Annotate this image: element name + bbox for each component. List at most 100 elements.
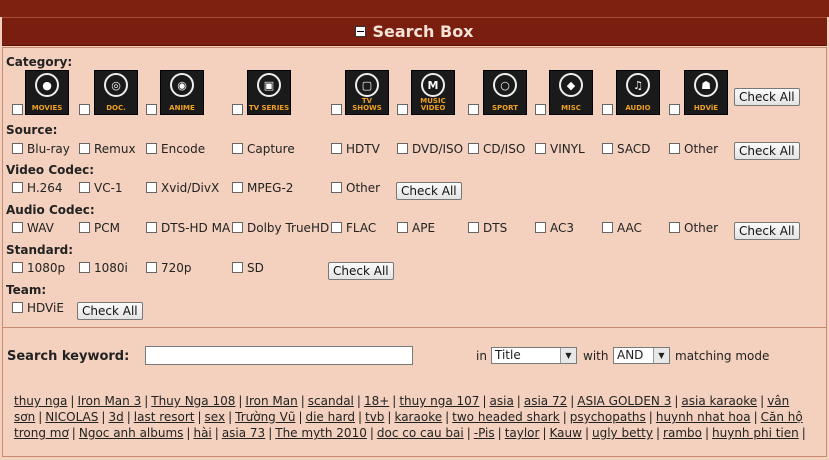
category-checkbox[interactable] [669,104,680,115]
tag-link[interactable]: asia karaoke [681,394,757,408]
category-icon-4[interactable]: ▢ TV SHOWS [345,70,389,115]
chevron-down-icon[interactable]: ▼ [653,348,669,363]
category-checkbox[interactable] [331,104,342,115]
standard-check-all-button[interactable]: Check All [328,262,394,280]
standard-checkbox[interactable] [79,262,90,273]
source-checkbox[interactable] [535,143,546,154]
source-checkbox[interactable] [79,143,90,154]
tag-link[interactable]: Ngoc anh albums [79,426,184,440]
tag-link[interactable]: The myth 2010 [275,426,367,440]
source-checkbox[interactable] [331,143,342,154]
category-icon-9[interactable]: ☗ HDViE [684,70,728,115]
tag-link[interactable]: NICOLAS [45,410,98,424]
search-keyword-input[interactable] [145,346,413,365]
source-checkbox[interactable] [602,143,613,154]
audio-codec-checkbox[interactable] [232,222,243,233]
category-icon-7[interactable]: ◆ MISC [549,70,593,115]
source-checkbox[interactable] [468,143,479,154]
source-checkbox[interactable] [232,143,243,154]
tag-link[interactable]: huynh phi tien [712,426,799,440]
collapse-icon[interactable] [355,26,367,37]
tag-separator: | [214,426,219,440]
category-icon-6[interactable]: ○ SPORT [483,70,527,115]
audio-codec-checkbox[interactable] [146,222,157,233]
video-codec-checkbox[interactable] [331,182,342,193]
tag-link[interactable]: asia 72 [524,394,567,408]
category-icon-3[interactable]: ▣ TV SERIES [247,70,291,115]
category-checkbox[interactable] [12,104,23,115]
tag-link[interactable]: sex [205,410,226,424]
source-option-label: VINYL [550,142,585,156]
tag-link[interactable]: psychopaths [570,410,646,424]
video-codec-checkbox[interactable] [12,182,23,193]
video-codec-checkbox[interactable] [79,182,90,193]
tag-link[interactable]: karaoke [394,410,442,424]
standard-checkbox[interactable] [146,262,157,273]
source-checkbox[interactable] [669,143,680,154]
tag-link[interactable]: asia 73 [222,426,265,440]
category-checkbox[interactable] [468,104,479,115]
category-checkbox[interactable] [535,104,546,115]
source-check-all-button[interactable]: Check All [734,142,800,160]
category-icon-8[interactable]: ♫ AUDIO [616,70,660,115]
video-codec-checkbox[interactable] [232,182,243,193]
tag-link[interactable]: 3d [108,410,123,424]
tag-link[interactable]: last resort [134,410,195,424]
team-checkbox[interactable] [12,302,23,313]
category-checkbox[interactable] [146,104,157,115]
audio-codec-check-all-button[interactable]: Check All [734,222,800,240]
category-checkbox[interactable] [602,104,613,115]
video-codec-check-all-button[interactable]: Check All [396,182,462,200]
tag-link[interactable]: doc co cau bai [377,426,464,440]
tag-link[interactable]: thuy nga [14,394,67,408]
tag-link[interactable]: asia [490,394,514,408]
tag-link[interactable]: hài [193,426,211,440]
tag-link[interactable]: -Pis [474,426,495,440]
video-codec-checkbox[interactable] [146,182,157,193]
category-icon-2[interactable]: ◉ ANIME [160,70,204,115]
tag-link[interactable]: taylor [505,426,540,440]
tag-link[interactable]: die hard [305,410,354,424]
tag-link[interactable]: Iron Man [245,394,297,408]
audio-codec-checkbox[interactable] [331,222,342,233]
tag-link[interactable]: two headed shark [452,410,560,424]
audio-codec-checkbox[interactable] [602,222,613,233]
tag-link[interactable]: Kauw [550,426,582,440]
audio-codec-checkbox[interactable] [12,222,23,233]
category-icon-0[interactable]: ● MOVIES [25,70,69,115]
tag-link[interactable]: Thuy Nga 108 [151,394,235,408]
tag-link[interactable]: rambo [663,426,702,440]
tag-link[interactable]: Iron Man 3 [77,394,141,408]
tag-link[interactable]: scandal [308,394,354,408]
category-checkbox[interactable] [232,104,243,115]
tag-link[interactable]: tvb [365,410,384,424]
audio-codec-checkbox[interactable] [535,222,546,233]
category-checkbox[interactable] [397,104,408,115]
category-checkbox[interactable] [79,104,90,115]
tag-link[interactable]: ASIA GOLDEN 3 [577,394,671,408]
standard-checkbox[interactable] [12,262,23,273]
matching-mode-select[interactable]: AND ▼ [613,347,670,364]
chevron-down-icon[interactable]: ▼ [560,348,576,363]
standard-option-label: 1080i [94,261,128,275]
audio-codec-checkbox[interactable] [79,222,90,233]
audio-codec-checkbox[interactable] [397,222,408,233]
category-icon-1[interactable]: ◎ DOC. [94,70,138,115]
audio-codec-checkbox[interactable] [669,222,680,233]
source-checkbox[interactable] [397,143,408,154]
tag-link[interactable]: ugly betty [592,426,653,440]
category-check-all-button[interactable]: Check All [734,88,800,106]
standard-checkbox[interactable] [232,262,243,273]
source-checkbox[interactable] [146,143,157,154]
tag-link[interactable]: Trường Vũ [235,410,295,424]
search-field-select[interactable]: Title ▼ [491,347,577,364]
tag-link[interactable]: huynh nhat hoa [656,410,751,424]
category-icon-5[interactable]: M MUSIC VIDEO [411,70,455,115]
tag-link[interactable]: thuy nga 107 [399,394,479,408]
source-checkbox[interactable] [12,143,23,154]
search-box-header[interactable]: Search Box [2,17,827,46]
audio-codec-option-label: Other [684,221,719,235]
audio-codec-checkbox[interactable] [468,222,479,233]
tag-link[interactable]: 18+ [364,394,389,408]
team-check-all-button[interactable]: Check All [77,302,143,320]
